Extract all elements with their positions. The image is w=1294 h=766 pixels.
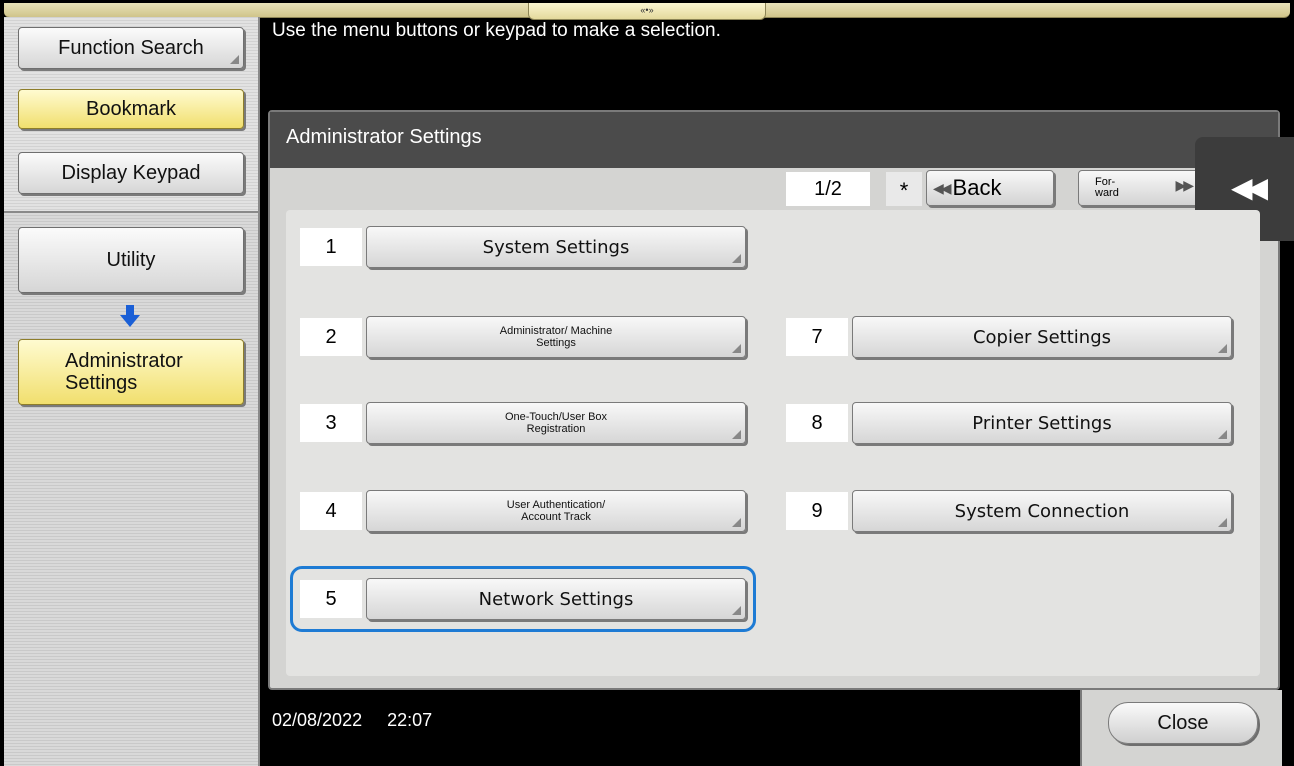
network-settings-button[interactable]: Network Settings <box>366 578 746 620</box>
menu-number-8: 8 <box>786 404 848 442</box>
menu-label: System Settings <box>482 236 630 258</box>
top-handle[interactable]: «•» <box>528 3 766 20</box>
printer-settings-button[interactable]: Printer Settings <box>852 402 1232 444</box>
system-settings-button[interactable]: System Settings <box>366 226 746 268</box>
menu-number-3: 3 <box>300 404 362 442</box>
bookmark-label: Bookmark <box>85 97 177 120</box>
corner-mark-icon <box>732 254 741 263</box>
utility-label: Utility <box>106 248 156 271</box>
page-indicator: 1/2 <box>786 172 870 206</box>
function-search-button[interactable]: Function Search <box>18 27 244 69</box>
menu-label: One-Touch/User Box Registration <box>504 411 608 435</box>
user-authentication-account-track-button[interactable]: User Authentication/ Account Track <box>366 490 746 532</box>
screen: «•» Function Search Bookmark Display Key… <box>0 0 1294 766</box>
corner-mark-icon <box>732 606 741 615</box>
corner-mark-icon <box>732 430 741 439</box>
display-keypad-label: Display Keypad <box>61 161 201 184</box>
menu-number-5: 5 <box>300 580 362 618</box>
instruction-message: Use the menu buttons or keypad to make a… <box>272 20 721 41</box>
date-display: 02/08/2022 <box>272 710 363 730</box>
menu-number-4: 4 <box>300 492 362 530</box>
system-connection-button[interactable]: System Connection <box>852 490 1232 532</box>
menu-label: Printer Settings <box>972 412 1112 434</box>
bookmark-button[interactable]: Bookmark <box>18 89 244 129</box>
administrator-machine-settings-button[interactable]: Administrator/ Machine Settings <box>366 316 746 358</box>
corner-mark-icon <box>230 55 239 64</box>
close-button[interactable]: Close <box>1108 702 1258 744</box>
handle-icon: «•» <box>640 5 654 15</box>
forward-button[interactable]: For- ward ▶▶ <box>1078 170 1202 206</box>
forward-label: For- ward <box>1095 176 1119 199</box>
asterisk-indicator: * <box>886 172 922 206</box>
menu-label: Administrator/ Machine Settings <box>499 325 613 349</box>
one-touch-user-box-registration-button[interactable]: One-Touch/User Box Registration <box>366 402 746 444</box>
menu-number-7: 7 <box>786 318 848 356</box>
menu-label: System Connection <box>954 500 1130 522</box>
corner-mark-icon <box>1218 344 1227 353</box>
menu-label: Copier Settings <box>972 326 1112 348</box>
left-panel: Function Search Bookmark Display Keypad … <box>4 17 260 766</box>
copier-settings-button[interactable]: Copier Settings <box>852 316 1232 358</box>
menu-number-2: 2 <box>300 318 362 356</box>
corner-mark-icon <box>732 344 741 353</box>
corner-mark-icon <box>1218 430 1227 439</box>
double-right-arrow-icon: ▶▶ <box>1175 177 1193 193</box>
date-time: 02/08/2022 22:07 <box>272 710 432 731</box>
back-label: Back <box>952 175 1002 200</box>
function-search-label: Function Search <box>58 36 204 59</box>
corner-mark-icon <box>732 518 741 527</box>
double-left-arrow-icon: ◀◀ <box>1231 172 1268 203</box>
double-left-arrow-icon: ◀◀ <box>933 179 951 196</box>
back-button[interactable]: ◀◀ Back <box>926 170 1054 206</box>
breadcrumb-utility[interactable]: Utility <box>18 227 244 293</box>
window-title: Administrator Settings <box>270 112 1278 168</box>
menu-number-1: 1 <box>300 228 362 266</box>
administrator-settings-label: Administrator Settings <box>65 350 183 394</box>
arrow-down-icon <box>120 305 140 327</box>
menu-label: Network Settings <box>478 588 634 610</box>
display-keypad-button[interactable]: Display Keypad <box>18 152 244 194</box>
menu-label: User Authentication/ Account Track <box>506 499 606 523</box>
corner-mark-icon <box>1218 518 1227 527</box>
breadcrumb-administrator-settings[interactable]: Administrator Settings <box>18 339 244 405</box>
menu-number-9: 9 <box>786 492 848 530</box>
time-display: 22:07 <box>387 710 433 730</box>
